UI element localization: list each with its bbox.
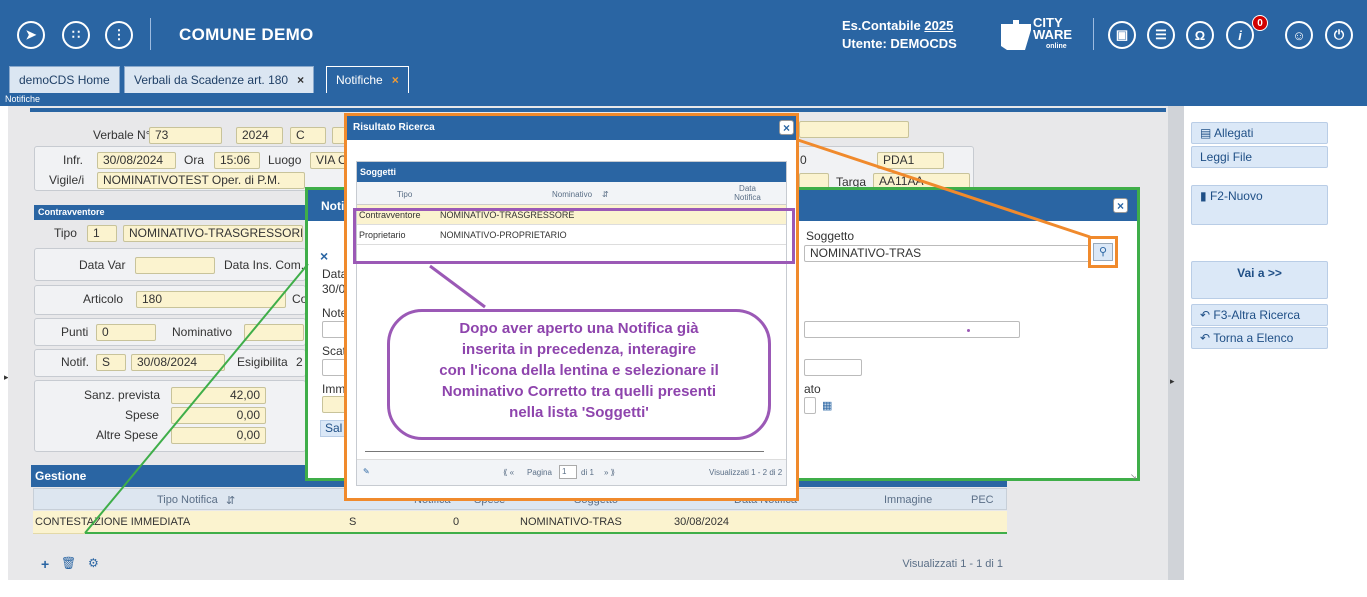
annotation-line: Nominativo Corretto tra quelli presenti: [441, 383, 717, 400]
annotation-line: inserita in precedenza, interagire: [461, 341, 697, 358]
annotation-lines: [84, 138, 1091, 534]
purple-arrow: [429, 264, 486, 309]
annotation-line: nella lista 'Soggetti': [509, 404, 649, 421]
annotation-line: Dopo aver aperto una Notifica già: [459, 320, 699, 337]
annotation-callout: Dopo aver aperto una Notifica già inseri…: [387, 309, 771, 440]
orange-arrow: [797, 138, 1091, 239]
annotation-line: con l'icona della lentina e selezionare …: [439, 362, 719, 379]
green-arrow: [84, 263, 309, 534]
